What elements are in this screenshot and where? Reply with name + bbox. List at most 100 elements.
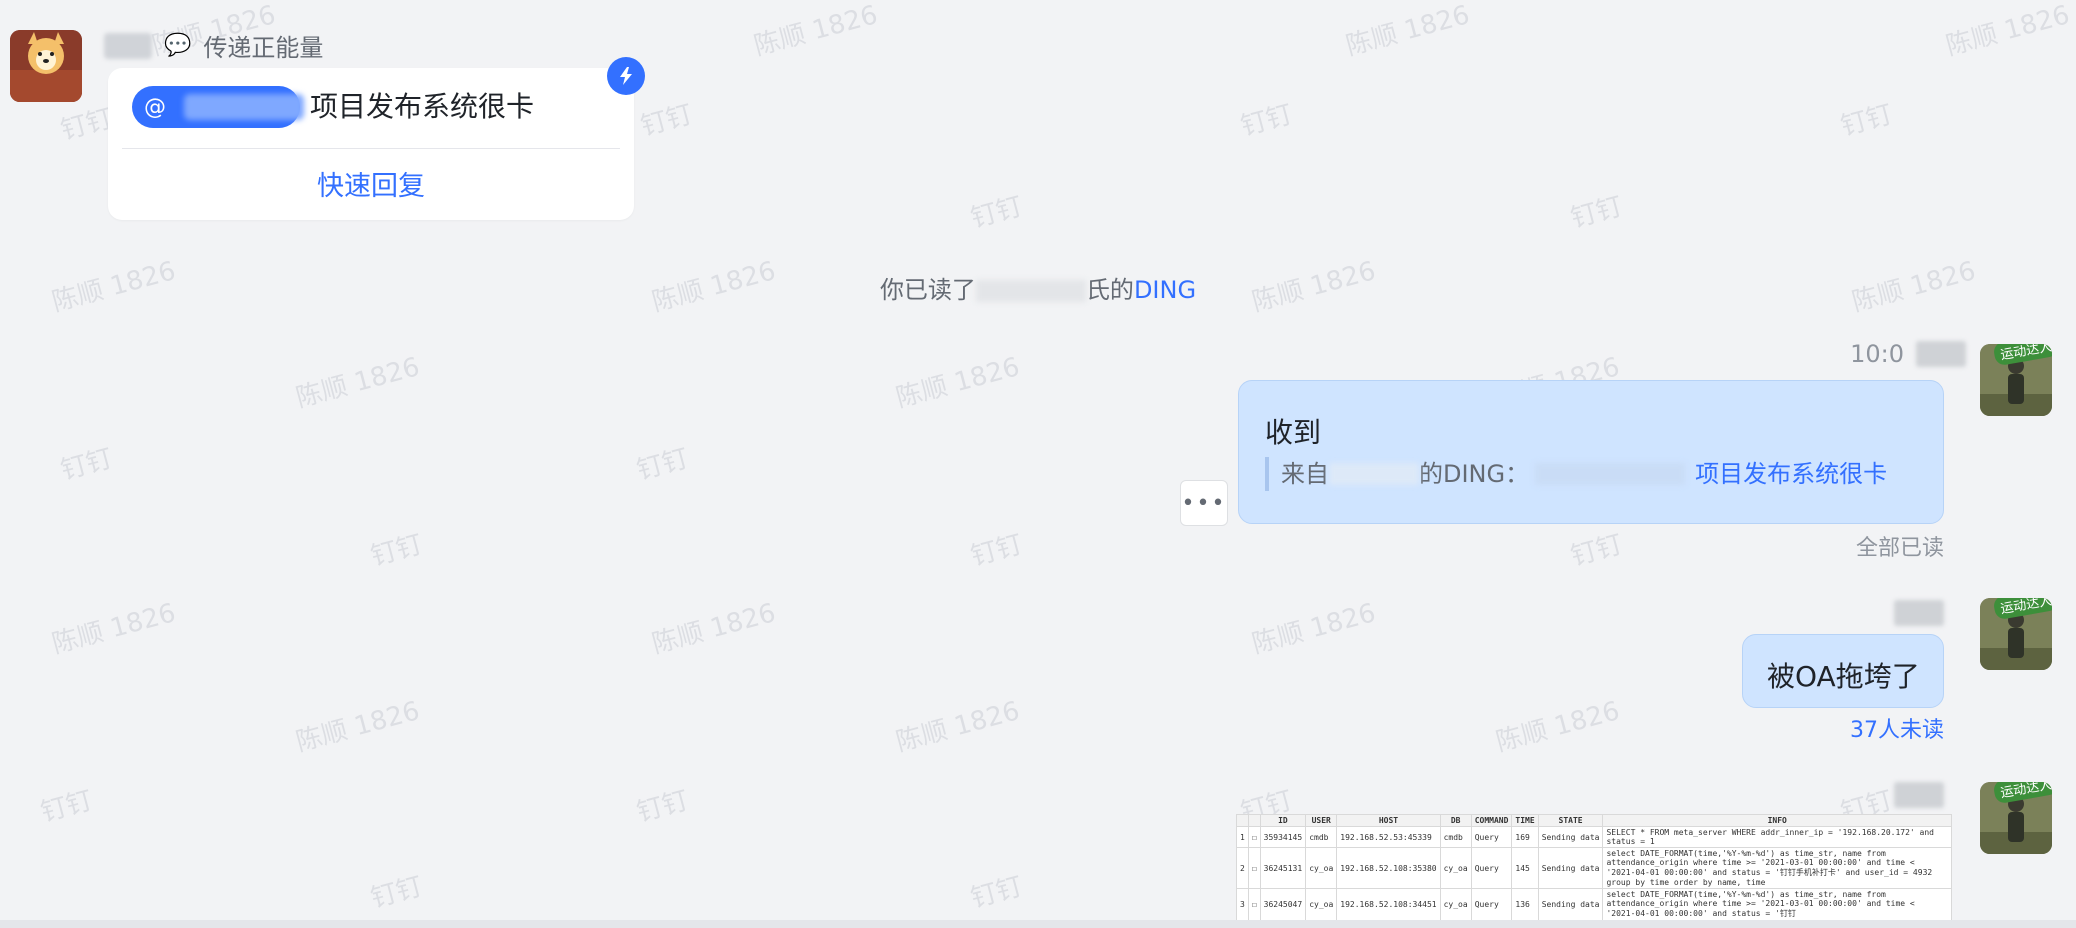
table-cell: 192.168.52.108:35380	[1336, 847, 1441, 889]
table-cell: Sending data	[1537, 847, 1604, 889]
table-row: 3 ☐ 36245047 cy_oa 192.168.52.108:34451 cy_oa…	[1236, 888, 1952, 921]
ding-content: 项目发布系统很卡	[310, 90, 535, 123]
table-header-cell: INFO	[1602, 814, 1952, 827]
table-cell: Sending data	[1537, 888, 1604, 921]
watermark: 钉钉	[633, 785, 692, 829]
screenshot-image-message[interactable]: ID USER HOST DB COMMAND TIME STATE INFO 1 ☐ 35934…	[1236, 814, 1952, 928]
sender-name-blurred	[104, 32, 152, 59]
watermark: 钉钉	[1567, 529, 1626, 573]
watermark: 钉钉	[633, 443, 692, 487]
mention-pill[interactable]: @	[132, 86, 304, 128]
watermark: 陈顺 1826	[892, 696, 1023, 758]
quote-mid: 的DING：	[1419, 460, 1530, 488]
watermark: 陈顺 1826	[1342, 0, 1473, 62]
watermark: 陈顺 1826	[648, 598, 779, 660]
sender-avatar[interactable]	[10, 30, 82, 102]
watermark: 钉钉	[967, 191, 1026, 235]
quoted-ding[interactable]: 来自 的DING： 项目发布系统很卡	[1265, 457, 1887, 491]
table-cell: Sending data	[1537, 826, 1604, 848]
watermark: 钉钉	[967, 871, 1026, 915]
watermark: 陈顺 1826	[292, 696, 423, 758]
my-avatar[interactable]: 运动达人	[1980, 344, 2052, 416]
table-header-cell: DB	[1439, 814, 1472, 827]
message-text: 收到	[1265, 416, 1322, 449]
quick-reply-button[interactable]: 快速回复	[108, 164, 634, 203]
table-cell: cy_oa	[1305, 847, 1338, 889]
table-cell: ☐	[1247, 826, 1261, 848]
quote-prefix: 来自	[1281, 460, 1329, 488]
table-row: 2 ☐ 36245131 cy_oa 192.168.52.108:35380 cy_oa…	[1236, 847, 1952, 889]
table-header-cell: TIME	[1511, 814, 1539, 827]
my-avatar[interactable]: 运动达人	[1980, 598, 2052, 670]
message-time: 10:0	[1850, 340, 1904, 368]
ding-lightning-icon	[607, 57, 645, 95]
table-header-cell	[1247, 814, 1261, 827]
table-cell: ☐	[1247, 847, 1261, 889]
watermark: 陈顺 1826	[1492, 696, 1623, 758]
table-cell: 2	[1236, 847, 1249, 889]
watermark: 钉钉	[1567, 191, 1626, 235]
table-cell: 192.168.52.53:45339	[1336, 826, 1441, 848]
system-notice-prefix: 你已读了	[879, 276, 976, 304]
table-cell: 3	[1236, 888, 1249, 921]
table-cell: Query	[1470, 888, 1513, 921]
more-actions-button[interactable]: •••	[1180, 480, 1228, 526]
sender-row: 💬 传递正能量	[104, 28, 323, 63]
quote-link[interactable]: 项目发布系统很卡	[1695, 457, 1887, 491]
ding-message-card[interactable]: @ 项目发布系统很卡 快速回复	[108, 68, 634, 220]
watermark: 钉钉	[367, 529, 426, 573]
mention-at: @	[144, 94, 166, 120]
speech-bubble-icon: 💬	[164, 33, 192, 58]
system-notice-suffix: 氏的	[1085, 276, 1134, 304]
watermark: 陈顺 1826	[1942, 0, 2073, 62]
watermark: 陈顺 1826	[1248, 598, 1379, 660]
table-cell: cy_oa	[1439, 847, 1472, 889]
table-cell: 36245047	[1259, 888, 1307, 921]
table-header-cell: USER	[1305, 814, 1338, 827]
sender-name-blurred	[1916, 341, 1966, 367]
bottom-scroll-edge	[0, 920, 2076, 928]
watermark: 陈顺 1826	[892, 352, 1023, 414]
table-cell: 35934145	[1259, 826, 1307, 848]
table-header-row: ID USER HOST DB COMMAND TIME STATE INFO	[1236, 814, 1952, 827]
watermark: 钉钉	[1837, 99, 1896, 143]
watermark: 钉钉	[637, 99, 696, 143]
quote-blurred-mention	[1535, 463, 1686, 485]
table-cell: 169	[1511, 826, 1539, 848]
table-cell: ☐	[1247, 888, 1261, 921]
table-cell: cmdb	[1305, 826, 1338, 848]
table-cell: select DATE_FORMAT(time,'%Y-%m-%d') as t…	[1602, 847, 1952, 889]
watermark: 钉钉	[37, 785, 96, 829]
message-time-row: 10:0	[1850, 340, 1966, 368]
table-header-cell	[1236, 814, 1249, 827]
unread-status[interactable]: 37人未读	[1850, 712, 1944, 744]
table-cell: 1	[1236, 826, 1249, 848]
system-notice: 你已读了 氏的DING	[0, 270, 2076, 305]
table-row: 1 ☐ 35934145 cmdb 192.168.52.53:45339 cmdb Que…	[1236, 826, 1952, 848]
table-cell: SELECT * FROM meta_server WHERE addr_inn…	[1602, 826, 1952, 848]
table-header-cell: HOST	[1336, 814, 1441, 827]
table-header-cell: COMMAND	[1470, 814, 1513, 827]
table-cell: 36245131	[1259, 847, 1307, 889]
table-cell: Query	[1470, 847, 1513, 889]
message-bubble[interactable]: 收到 来自 的DING： 项目发布系统很卡	[1238, 380, 1944, 524]
table-cell: 192.168.52.108:34451	[1336, 888, 1441, 921]
watermark: 钉钉	[367, 871, 426, 915]
divider	[122, 148, 620, 149]
watermark: 钉钉	[57, 443, 116, 487]
sender-signature: 传递正能量	[203, 34, 324, 62]
processlist-table: ID USER HOST DB COMMAND TIME STATE INFO 1 ☐ 35934…	[1236, 814, 1952, 921]
dog-avatar-icon	[10, 30, 82, 102]
table-cell: cy_oa	[1305, 888, 1338, 921]
message-bubble[interactable]: 被OA拖垮了	[1742, 634, 1944, 708]
my-avatar[interactable]: 运动达人	[1980, 782, 2052, 854]
message-text: 被OA拖垮了	[1767, 660, 1920, 693]
system-notice-ding-link[interactable]: DING	[1134, 276, 1196, 304]
watermark: 陈顺 1826	[48, 598, 179, 660]
table-cell: 136	[1511, 888, 1539, 921]
read-status[interactable]: 全部已读	[1856, 530, 1944, 562]
system-notice-blurred	[975, 280, 1086, 302]
table-header-cell: ID	[1259, 814, 1307, 827]
table-cell: Query	[1470, 826, 1513, 848]
table-cell: cmdb	[1439, 826, 1472, 848]
